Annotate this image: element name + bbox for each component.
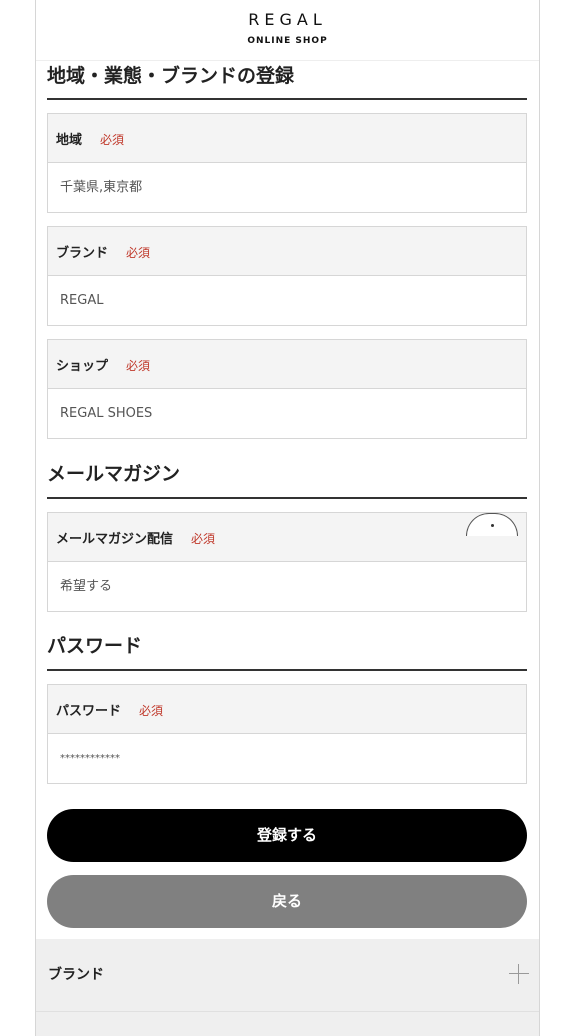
plus-icon bbox=[509, 964, 529, 984]
field-label: ブランド 必須 bbox=[56, 246, 151, 261]
field-password: パスワード 必須 ************ bbox=[47, 684, 527, 784]
field-mail-magazine: メールマガジン配信 必須 希望する bbox=[47, 512, 527, 612]
scroll-to-top-button[interactable] bbox=[466, 513, 518, 536]
field-header: パスワード 必須 bbox=[48, 685, 526, 734]
footer-accordion-brand[interactable]: ブランド bbox=[36, 939, 539, 1012]
frame-right-gutter bbox=[539, 0, 574, 1036]
register-button[interactable]: 登録する bbox=[47, 809, 527, 862]
site-header: REGAL ONLINE SHOP bbox=[36, 0, 539, 61]
section-divider bbox=[47, 497, 527, 499]
field-brand: ブランド 必須 REGAL bbox=[47, 226, 527, 326]
field-header: メールマガジン配信 必須 bbox=[48, 513, 526, 562]
password-value: ************ bbox=[48, 734, 526, 783]
field-header: ショップ 必須 bbox=[48, 340, 526, 389]
section-divider bbox=[47, 669, 527, 671]
page: REGAL ONLINE SHOP 地域・業態・ブランドの登録 地域 必須 千葉県… bbox=[36, 0, 539, 1036]
section-title-region-brand: 地域・業態・ブランドの登録 bbox=[47, 65, 295, 87]
field-label: パスワード 必須 bbox=[56, 704, 164, 719]
field-label: メールマガジン配信 必須 bbox=[56, 532, 216, 547]
brand-logo[interactable]: REGAL bbox=[36, 10, 539, 29]
field-shop: ショップ 必須 REGAL SHOES bbox=[47, 339, 527, 439]
section-divider bbox=[47, 98, 527, 100]
section-title-mail-magazine: メールマガジン bbox=[47, 463, 181, 485]
brand-value: REGAL bbox=[48, 276, 526, 325]
back-button[interactable]: 戻る bbox=[47, 875, 527, 928]
region-value: 千葉県,東京都 bbox=[48, 163, 526, 212]
field-region: 地域 必須 千葉県,東京都 bbox=[47, 113, 527, 213]
required-badge: 必須 bbox=[126, 359, 151, 373]
field-header: ブランド 必須 bbox=[48, 227, 526, 276]
footer-accordion-next[interactable] bbox=[36, 1012, 539, 1036]
frame-left-gutter bbox=[0, 0, 36, 1036]
required-badge: 必須 bbox=[139, 704, 164, 718]
field-header: 地域 必須 bbox=[48, 114, 526, 163]
field-label: 地域 必須 bbox=[56, 133, 125, 148]
field-label: ショップ 必須 bbox=[56, 359, 151, 374]
required-badge: 必須 bbox=[100, 133, 125, 147]
required-badge: 必須 bbox=[191, 532, 216, 546]
shop-value: REGAL SHOES bbox=[48, 389, 526, 438]
brand-logo-subtitle: ONLINE SHOP bbox=[247, 36, 328, 46]
required-badge: 必須 bbox=[126, 246, 151, 260]
accordion-label: ブランド bbox=[48, 967, 104, 983]
mail-magazine-value: 希望する bbox=[48, 562, 526, 611]
scroll-top-icon bbox=[491, 524, 494, 527]
section-title-password: パスワード bbox=[47, 635, 143, 657]
